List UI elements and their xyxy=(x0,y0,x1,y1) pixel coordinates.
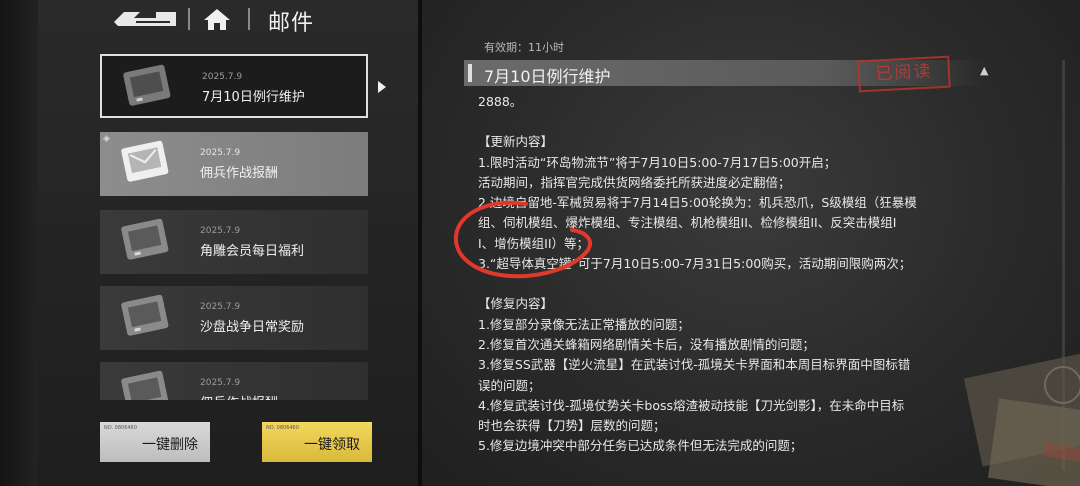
mail-date: 2025.7.9 xyxy=(200,378,241,388)
mail-date: 2025.7.9 xyxy=(202,72,243,82)
home-icon[interactable] xyxy=(202,6,232,32)
scroll-up-icon[interactable]: ▲ xyxy=(980,64,994,78)
mail-body-line: 时也会获得【刀势】层数的问题； xyxy=(478,418,666,434)
mail-title: 7月10日例行维护 xyxy=(202,90,305,105)
selected-pointer-icon xyxy=(378,81,386,93)
delete-all-label: 一键删除 xyxy=(142,437,198,453)
mail-title: 佣兵作战报酬 xyxy=(200,166,279,181)
mail-body-line: 2.修复首次通关蜂箱网络剧情关卡后，没有播放剧情的问题； xyxy=(478,336,815,352)
mail-body-line: 1.限时活动“环岛物流节”将于7月10日5:00-7月17日5:00开启； xyxy=(478,154,837,170)
mail-body-line: 活动期间，指挥官完成供货网络委托所获进度必定翻倍； xyxy=(478,174,791,190)
mail-title: 角雕会员每日福利 xyxy=(200,244,305,259)
left-edge xyxy=(0,0,38,486)
mail-list: 2025.7.9 7月10日例行维护 ◈ 2025.7.9 佣兵作战报酬 202… xyxy=(100,54,368,400)
button-tag: NO. 0806460 xyxy=(104,425,137,431)
mail-body-line: 5.修复边境冲突中部分任务已达成条件但无法完成的问题； xyxy=(478,438,803,454)
back-arrow-icon[interactable] xyxy=(110,6,180,32)
mail-body-line: 1.修复部分录像无法正常播放的问题； xyxy=(478,316,690,332)
mail-letter-icon xyxy=(121,294,169,336)
button-tag: NO. 0806460 xyxy=(266,425,299,431)
read-stamp: 已阅读 xyxy=(857,55,951,93)
mail-letter-icon xyxy=(121,218,169,260)
section-heading: 【更新内容】 xyxy=(478,134,554,150)
mail-sidebar: 邮件 2025.7.9 7月10日例行维护 ◈ 2025.7.9 佣兵作战报酬 xyxy=(0,0,418,486)
mail-list-item[interactable]: 2025.7.9 7月10日例行维护 xyxy=(100,54,368,118)
collect-all-label: 一键领取 xyxy=(304,437,360,453)
mail-subject: 7月10日例行维护 xyxy=(484,67,611,86)
mail-body-line: 3.修复SS武器【逆火流星】在武装讨伐-孤境关卡界面和本周目标界面中图标错 xyxy=(478,357,911,373)
mail-list-item[interactable]: 2025.7.9 佣兵作战报酬 xyxy=(100,362,368,400)
mail-list-item[interactable]: ◈ 2025.7.9 佣兵作战报酬 xyxy=(100,132,368,196)
red-annotation-circle xyxy=(453,200,592,279)
mail-detail-panel: 有效期：11小时 7月10日例行维护 已阅读 ▲ 2888。 【更新内容】 1.… xyxy=(418,0,1080,486)
mail-date: 2025.7.9 xyxy=(200,148,241,158)
mail-list-item[interactable]: 2025.7.9 沙盘战争日常奖励 xyxy=(100,286,368,350)
collect-all-button[interactable]: NO. 0806460 一键领取 xyxy=(262,422,372,462)
subject-marker xyxy=(468,64,472,82)
mail-title: 沙盘战争日常奖励 xyxy=(200,320,305,335)
decorative-papers-image xyxy=(963,351,1080,486)
mail-letter-icon xyxy=(123,64,171,106)
mail-body-line: 误的问题； xyxy=(478,377,541,393)
mail-validity: 有效期：11小时 xyxy=(484,41,564,54)
mail-envelope-icon xyxy=(121,140,169,182)
page-title: 邮件 xyxy=(268,11,315,36)
divider xyxy=(248,8,250,30)
mail-letter-icon xyxy=(121,370,169,400)
divider xyxy=(188,8,190,30)
delete-all-button[interactable]: NO. 0806460 一键删除 xyxy=(100,422,210,462)
mail-title: 佣兵作战报酬 xyxy=(200,392,278,400)
top-bar: 邮件 xyxy=(100,0,400,42)
section-heading: 【修复内容】 xyxy=(478,296,554,312)
mail-date: 2025.7.9 xyxy=(200,302,241,312)
panel-border xyxy=(418,0,422,486)
mail-date: 2025.7.9 xyxy=(200,226,241,236)
mail-body-line: 4.修复武装讨伐-孤境仗势关卡boss熔渣被动技能【刀光剑影】，在未命中目标 xyxy=(478,397,905,413)
mail-body-line: 2888。 xyxy=(478,94,523,109)
mail-list-item[interactable]: 2025.7.9 角雕会员每日福利 xyxy=(100,210,368,274)
